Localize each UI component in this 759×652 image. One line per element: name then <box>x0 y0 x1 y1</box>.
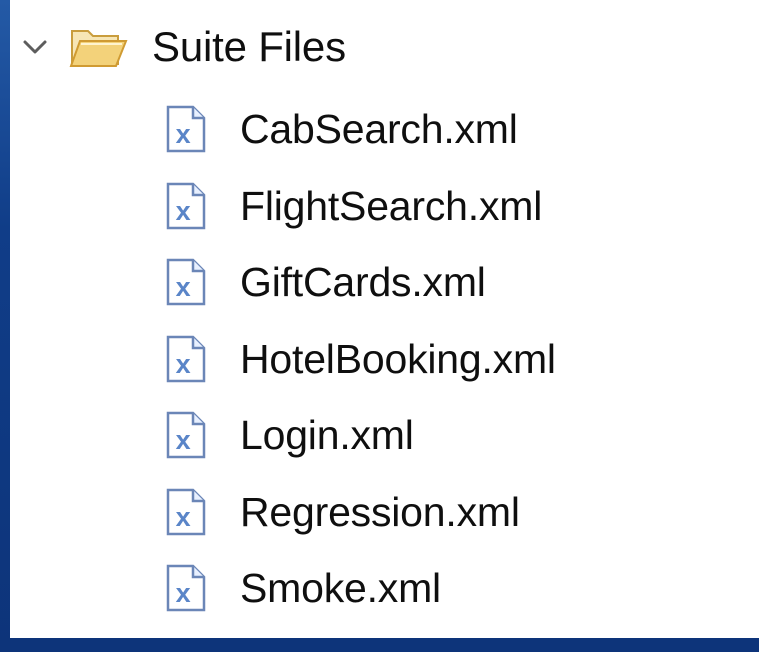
file-label: Login.xml <box>240 411 414 458</box>
chevron-down-icon[interactable] <box>20 32 50 62</box>
svg-text:x: x <box>176 578 191 608</box>
tree-file-flightsearch-xml[interactable]: x FlightSearch.xml <box>165 176 542 236</box>
svg-text:x: x <box>176 272 191 302</box>
xml-file-icon: x <box>165 410 207 460</box>
tree-file-regression-xml[interactable]: x Regression.xml <box>165 482 520 542</box>
file-tree: Suite Files x CabSearch.xml x FlightSear… <box>10 0 759 638</box>
svg-text:x: x <box>176 196 191 226</box>
tree-file-hotelbooking-xml[interactable]: x HotelBooking.xml <box>165 329 556 389</box>
folder-open-icon <box>68 23 130 71</box>
svg-text:x: x <box>176 119 191 149</box>
file-label: GiftCards.xml <box>240 258 486 305</box>
tree-file-cabsearch-xml[interactable]: x CabSearch.xml <box>165 99 518 159</box>
project-explorer-panel: Suite Files x CabSearch.xml x FlightSear… <box>10 0 759 638</box>
tree-file-login-xml[interactable]: x Login.xml <box>165 405 414 465</box>
tree-file-smoke-xml[interactable]: x Smoke.xml <box>165 558 441 618</box>
xml-file-icon: x <box>165 104 207 154</box>
file-label: Smoke.xml <box>240 564 441 611</box>
file-label: HotelBooking.xml <box>240 335 556 382</box>
xml-file-icon: x <box>165 257 207 307</box>
file-label: Regression.xml <box>240 488 520 535</box>
folder-label: Suite Files <box>152 23 346 70</box>
xml-file-icon: x <box>165 334 207 384</box>
xml-file-icon: x <box>165 487 207 537</box>
svg-text:x: x <box>176 502 191 532</box>
file-label: CabSearch.xml <box>240 105 518 152</box>
tree-folder-suite-files[interactable]: Suite Files <box>20 17 346 77</box>
svg-text:x: x <box>176 425 191 455</box>
window-frame: Suite Files x CabSearch.xml x FlightSear… <box>0 0 759 652</box>
xml-file-icon: x <box>165 181 207 231</box>
file-label: FlightSearch.xml <box>240 182 543 229</box>
xml-file-icon: x <box>165 563 207 613</box>
svg-text:x: x <box>176 349 191 379</box>
tree-file-giftcards-xml[interactable]: x GiftCards.xml <box>165 252 486 312</box>
